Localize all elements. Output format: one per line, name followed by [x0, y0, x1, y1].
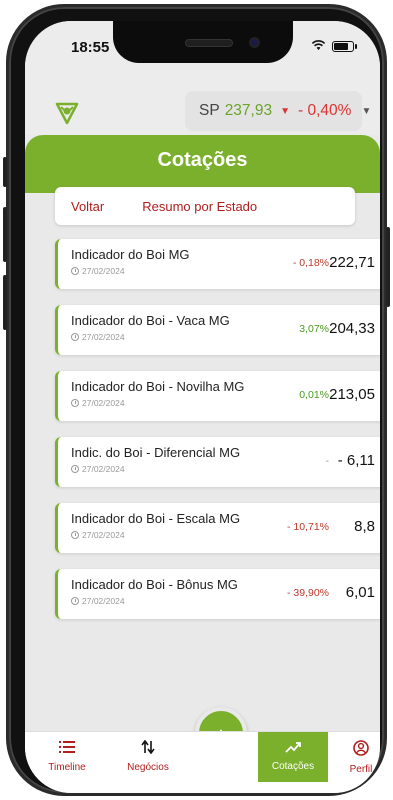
- list-item[interactable]: Indicador do Boi - Vaca MG 27/02/2024 3,…: [55, 305, 380, 355]
- item-date-text: 27/02/2024: [82, 530, 125, 540]
- item-name: Indicador do Boi MG: [71, 247, 190, 262]
- nav-negocios-label: Negócios: [127, 762, 169, 773]
- item-date-text: 27/02/2024: [82, 332, 125, 342]
- item-date-text: 27/02/2024: [82, 596, 125, 606]
- status-time: 18:55: [71, 39, 110, 56]
- mute-switch: [3, 157, 7, 187]
- volume-down-button: [3, 275, 7, 330]
- nav-timeline[interactable]: Timeline: [39, 740, 95, 773]
- item-price: - 6,11: [337, 452, 375, 469]
- camera: [249, 37, 260, 48]
- item-date: 27/02/2024: [71, 398, 125, 408]
- nav-cotacoes-label: Cotações: [271, 761, 315, 772]
- item-name: Indicador do Boi - Novilha MG: [71, 379, 245, 394]
- clock-icon: [71, 531, 79, 539]
- item-date-text: 27/02/2024: [82, 464, 125, 474]
- nav-perfil[interactable]: Perfil: [343, 740, 379, 775]
- item-price: 222,71: [329, 254, 375, 271]
- back-link[interactable]: Voltar: [71, 199, 104, 214]
- user-icon: [343, 740, 379, 761]
- nav-negocios[interactable]: Negócios: [117, 739, 179, 773]
- item-date: 27/02/2024: [71, 530, 125, 540]
- status-bar: 18:55: [25, 21, 380, 73]
- chevron-down-icon: ▼: [361, 105, 372, 117]
- clock-icon: [71, 333, 79, 341]
- item-name: Indicador do Boi - Escala MG: [71, 511, 241, 526]
- list-icon: [39, 740, 95, 759]
- summary-by-state-link[interactable]: Resumo por Estado: [142, 199, 257, 214]
- quotes-list: Indicador do Boi MG 27/02/2024 - 0,18% 2…: [55, 239, 380, 635]
- app-screen: 18:55 SP 237,93 ▼ - 0,40% ▼ Cotações Vol…: [25, 21, 380, 793]
- item-date: 27/02/2024: [71, 596, 125, 606]
- item-change: - 39,90%: [286, 587, 329, 599]
- swap-arrows-icon: [117, 739, 179, 759]
- bottom-navigation: Timeline Negócios Cotações Perfil: [25, 731, 380, 793]
- item-name: Indicador do Boi - Bônus MG: [71, 577, 238, 592]
- item-price: 204,33: [329, 320, 375, 337]
- item-name: Indicador do Boi - Vaca MG: [71, 313, 230, 328]
- notch: [113, 21, 293, 63]
- quote-change: - 0,40%: [298, 102, 352, 119]
- speaker: [185, 39, 233, 47]
- clock-icon: [71, 399, 79, 407]
- logo-icon[interactable]: [55, 101, 79, 125]
- item-change: 3,07%: [299, 323, 329, 335]
- battery-icon: [332, 41, 357, 52]
- arrow-down-icon: ▼: [280, 105, 291, 117]
- top-bar: SP 237,93 ▼ - 0,40% ▼: [25, 73, 380, 135]
- quote-selector[interactable]: SP 237,93 ▼ - 0,40% ▼: [185, 91, 371, 131]
- list-item[interactable]: Indicador do Boi - Escala MG 27/02/2024 …: [55, 503, 380, 553]
- item-price: 213,05: [329, 386, 375, 403]
- item-change: - 0,18%: [292, 257, 329, 269]
- item-date-text: 27/02/2024: [82, 266, 125, 276]
- status-icons: [311, 39, 357, 54]
- quote-label: SP: [199, 102, 220, 119]
- nav-cotacoes[interactable]: Cotações: [258, 732, 328, 782]
- nav-timeline-label: Timeline: [48, 762, 86, 773]
- clock-icon: [71, 267, 79, 275]
- phone-frame: 18:55 SP 237,93 ▼ - 0,40% ▼ Cotações Vol…: [3, 4, 390, 796]
- item-change: -: [325, 455, 330, 467]
- item-name: Indic. do Boi - Diferencial MG: [71, 445, 241, 460]
- item-change: - 10,71%: [286, 521, 329, 533]
- wifi-icon: [311, 39, 326, 54]
- item-date: 27/02/2024: [71, 266, 125, 276]
- list-item[interactable]: Indicador do Boi - Bônus MG 27/02/2024 -…: [55, 569, 380, 619]
- quote-value: 237,93: [224, 102, 273, 119]
- clock-icon: [71, 465, 79, 473]
- item-change: 0,01%: [299, 389, 329, 401]
- item-date-text: 27/02/2024: [82, 398, 125, 408]
- list-item[interactable]: Indicador do Boi - Novilha MG 27/02/2024…: [55, 371, 380, 421]
- trend-icon: [258, 740, 328, 758]
- power-button: [386, 227, 390, 307]
- item-price: 8,8: [354, 518, 375, 535]
- nav-perfil-label: Perfil: [349, 764, 373, 775]
- list-item[interactable]: Indic. do Boi - Diferencial MG 27/02/202…: [55, 437, 380, 487]
- list-item[interactable]: Indicador do Boi MG 27/02/2024 - 0,18% 2…: [55, 239, 380, 289]
- sub-navigation: Voltar Resumo por Estado: [55, 187, 355, 225]
- item-date: 27/02/2024: [71, 464, 125, 474]
- item-price: 6,01: [345, 584, 375, 601]
- item-date: 27/02/2024: [71, 332, 125, 342]
- clock-icon: [71, 597, 79, 605]
- volume-up-button: [3, 207, 7, 262]
- page-title: Cotações: [157, 149, 248, 171]
